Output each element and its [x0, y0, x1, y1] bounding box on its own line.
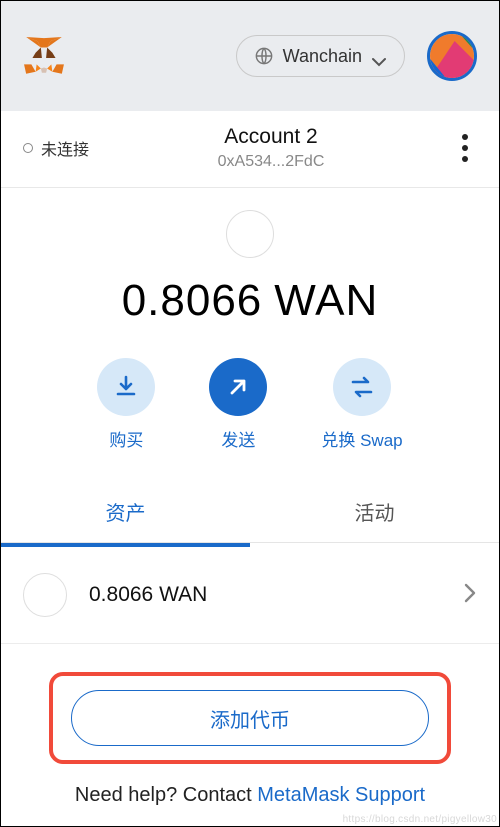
send-button[interactable] — [209, 358, 267, 416]
main-content: 0.8066WAN 购买 发送 兑换 Sw — [1, 188, 499, 826]
asset-token-icon — [23, 573, 67, 617]
tab-assets[interactable]: 资产 — [1, 479, 250, 542]
swap-button[interactable] — [333, 358, 391, 416]
account-avatar[interactable] — [427, 31, 477, 81]
primary-token-icon — [226, 210, 274, 258]
globe-icon — [255, 47, 273, 65]
asset-row[interactable]: 0.8066 WAN — [1, 547, 499, 644]
connection-status-text: 未连接 — [41, 136, 89, 160]
balance-amount: 0.8066 — [122, 276, 263, 325]
balance-symbol: WAN — [274, 276, 378, 325]
add-token-label: 添加代币 — [210, 704, 290, 733]
chevron-right-icon — [463, 582, 477, 609]
action-buttons: 购买 发送 兑换 Swap — [1, 358, 499, 451]
metamask-logo — [23, 36, 65, 76]
add-token-highlight: 添加代币 — [49, 672, 451, 764]
connection-status[interactable]: 未连接 — [23, 136, 89, 160]
account-bar: 未连接 Account 2 0xA534...2FdC — [1, 111, 499, 188]
account-name: Account 2 — [89, 125, 453, 149]
account-address: 0xA534...2FdC — [89, 153, 453, 171]
support-link[interactable]: MetaMask Support — [257, 784, 425, 806]
tab-activity[interactable]: 活动 — [250, 479, 499, 542]
buy-action[interactable]: 购买 — [97, 358, 155, 451]
network-label: Wanchain — [283, 46, 362, 67]
footer-help: Need help? Contact MetaMask Support — [1, 764, 499, 817]
network-selector[interactable]: Wanchain — [236, 35, 405, 77]
account-selector[interactable]: Account 2 0xA534...2FdC — [89, 125, 453, 171]
swap-label: 兑换 Swap — [321, 426, 402, 451]
buy-label: 购买 — [97, 426, 155, 451]
send-action[interactable]: 发送 — [209, 358, 267, 451]
primary-balance: 0.8066WAN — [1, 276, 499, 326]
swap-action[interactable]: 兑换 Swap — [321, 358, 402, 451]
help-prefix: Need help? Contact — [75, 784, 257, 806]
download-icon — [113, 374, 139, 400]
send-label: 发送 — [209, 426, 267, 451]
account-menu-button[interactable] — [453, 134, 477, 162]
asset-balance: 0.8066 WAN — [89, 583, 463, 607]
watermark: https://blog.csdn.net/pigyellow30 — [343, 814, 497, 825]
tabs: 资产 活动 — [1, 479, 499, 543]
connection-dot-icon — [23, 143, 33, 153]
buy-button[interactable] — [97, 358, 155, 416]
arrow-up-right-icon — [225, 374, 251, 400]
app-header: Wanchain — [1, 1, 499, 111]
chevron-down-icon — [372, 51, 386, 61]
swap-icon — [348, 374, 376, 400]
add-token-button[interactable]: 添加代币 — [71, 690, 429, 746]
